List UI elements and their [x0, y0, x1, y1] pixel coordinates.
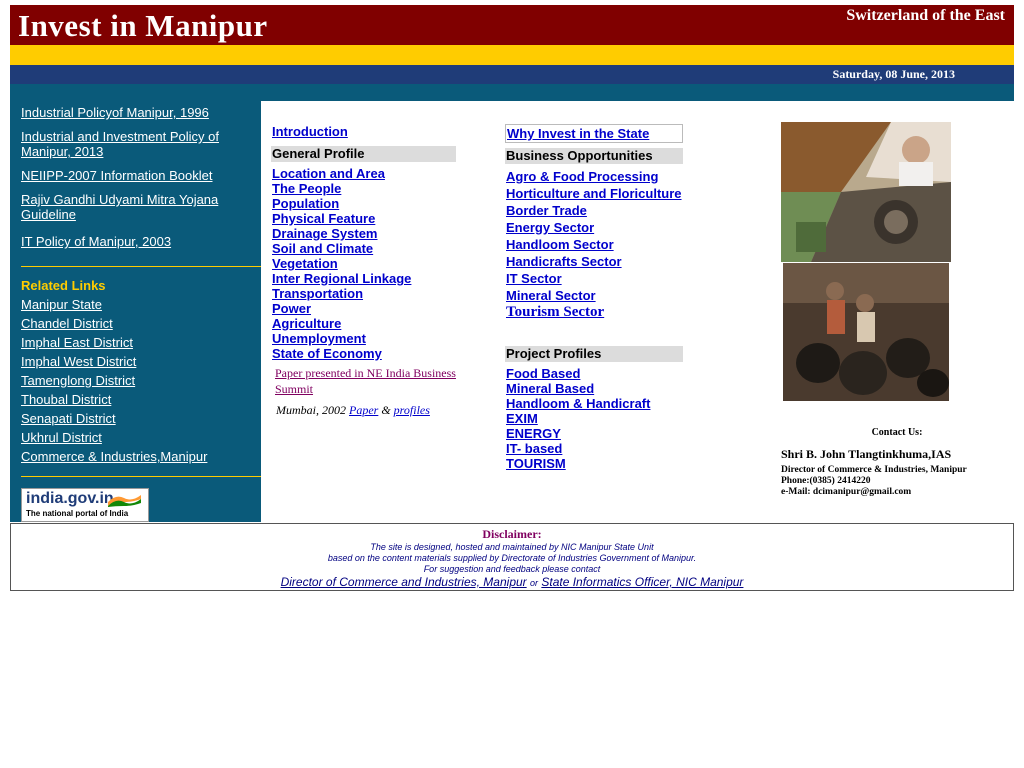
project-link[interactable]: Mineral Based — [506, 381, 594, 396]
profile-link[interactable]: Unemployment — [272, 331, 366, 346]
link-director-commerce[interactable]: Director of Commerce and Industries, Man… — [281, 575, 527, 589]
profile-link[interactable]: Power — [272, 301, 311, 316]
paper-presented-link[interactable]: Paper presented in NE India Business Sum… — [275, 366, 456, 396]
footer-or: or — [530, 578, 539, 588]
profile-link[interactable]: Drainage System — [272, 226, 378, 241]
related-link[interactable]: Senapati District — [21, 411, 236, 426]
site-banner: Invest in Manipur Switzerland of the Eas… — [10, 5, 1014, 45]
project-link[interactable]: Handloom & Handicraft — [506, 396, 650, 411]
ampersand: & — [381, 403, 391, 417]
related-link[interactable]: Chandel District — [21, 316, 236, 331]
link-neiipp-booklet[interactable]: NEIIPP-2007 Information Booklet — [21, 168, 236, 183]
teal-band — [10, 84, 1014, 101]
business-link[interactable]: Mineral Sector — [506, 288, 596, 303]
business-link[interactable]: Border Trade — [506, 203, 587, 218]
footer-contact-links: Director of Commerce and Industries, Man… — [11, 575, 1013, 589]
profile-link[interactable]: Location and Area — [272, 166, 385, 181]
site-tagline: Switzerland of the East — [846, 7, 1005, 24]
profile-link[interactable]: Population — [272, 196, 339, 211]
contact-designation: Director of Commerce & Industries, Manip… — [781, 465, 967, 475]
current-date: Saturday, 08 June, 2013 — [832, 67, 955, 81]
yellow-band — [10, 45, 1014, 65]
date-band: Saturday, 08 June, 2013 — [10, 65, 1014, 84]
project-link[interactable]: TOURISM — [506, 456, 566, 471]
link-tourism-sector[interactable]: Tourism Sector — [506, 304, 604, 321]
business-link[interactable]: Handloom Sector — [506, 237, 614, 252]
footer-line: based on the content materials supplied … — [327, 553, 697, 563]
india-badge-subtitle: The national portal of India — [26, 509, 129, 518]
business-opportunities-heading: Business Opportunities — [505, 148, 683, 164]
contact-heading: Contact Us: — [871, 427, 923, 438]
link-investment-policy-2013[interactable]: Industrial and Investment Policy of Mani… — [21, 129, 236, 159]
profile-link[interactable]: Vegetation — [272, 256, 338, 271]
pottery-photo — [783, 263, 949, 401]
link-why-invest[interactable]: Why Invest in the State — [507, 126, 649, 141]
footer-line: The site is designed, hosted and maintai… — [370, 542, 654, 552]
profile-link[interactable]: Physical Feature — [272, 211, 375, 226]
business-link[interactable]: Energy Sector — [506, 220, 594, 235]
business-link[interactable]: Agro & Food Processing — [506, 169, 658, 184]
project-link[interactable]: IT- based — [506, 441, 562, 456]
contact-email: e-Mail: dcimanipur@gmail.com — [781, 487, 912, 497]
profile-link[interactable]: Soil and Climate — [272, 241, 373, 256]
related-link[interactable]: Imphal East District — [21, 335, 236, 350]
related-link[interactable]: Ukhrul District — [21, 430, 236, 445]
business-link[interactable]: Horticulture and Floriculture — [506, 186, 682, 201]
footer-disclaimer: Disclaimer: The site is designed, hosted… — [10, 523, 1014, 591]
related-link[interactable]: Commerce & Industries,Manipur — [21, 449, 236, 464]
link-introduction[interactable]: Introduction — [272, 124, 348, 139]
footer-line: For suggestion and feedback please conta… — [423, 564, 601, 574]
link-it-policy-2003[interactable]: IT Policy of Manipur, 2003 — [21, 234, 236, 249]
industry-collage-photo — [781, 122, 951, 262]
contact-phone: Phone:(0385) 2414220 — [781, 476, 871, 486]
project-link[interactable]: EXIM — [506, 411, 538, 426]
business-link[interactable]: IT Sector — [506, 271, 562, 286]
related-link[interactable]: Thoubal District — [21, 392, 236, 407]
india-flag-icon — [108, 495, 141, 507]
disclaimer-title: Disclaimer: — [482, 527, 542, 541]
profile-link[interactable]: Inter Regional Linkage — [272, 271, 411, 286]
link-state-informatics-officer[interactable]: State Informatics Officer, NIC Manipur — [541, 575, 743, 589]
related-link[interactable]: Imphal West District — [21, 354, 236, 369]
profile-link[interactable]: The People — [272, 181, 341, 196]
general-profile-heading: General Profile — [271, 146, 456, 162]
profile-link[interactable]: State of Economy — [272, 346, 382, 361]
link-industrial-policy-1996[interactable]: Industrial Policyof Manipur, 1996 — [21, 105, 236, 120]
contact-name: Shri B. John Tlangtinkhuma,IAS — [781, 447, 952, 461]
related-link[interactable]: Manipur State — [21, 297, 236, 312]
related-link[interactable]: Tamenglong District — [21, 373, 236, 388]
left-sidebar: Industrial Policyof Manipur, 1996 Indust… — [10, 101, 261, 522]
paper-presented-note[interactable]: Paper presented in NE India Business Sum… — [275, 365, 460, 397]
business-link[interactable]: Handicrafts Sector — [506, 254, 622, 269]
mumbai-2002-label: Mumbai, 2002 — [276, 403, 346, 417]
sidebar-divider — [21, 476, 261, 477]
project-profiles-heading: Project Profiles — [505, 346, 683, 362]
related-links-heading: Related Links — [21, 278, 106, 293]
profiles-link[interactable]: profiles — [394, 403, 430, 417]
india-badge-name: india.gov.in — [26, 490, 114, 507]
paper-link[interactable]: Paper — [349, 403, 378, 417]
project-link[interactable]: Food Based — [506, 366, 580, 381]
mumbai-2002-line: Mumbai, 2002 Paper & profiles — [276, 403, 430, 418]
india-gov-portal-badge[interactable]: india.gov.in The national portal of Indi… — [21, 488, 149, 522]
site-title: Invest in Manipur — [18, 8, 268, 43]
why-invest-box: Why Invest in the State — [505, 124, 683, 143]
link-rgumy-guideline[interactable]: Rajiv Gandhi Udyami Mitra Yojana Guideli… — [21, 192, 236, 222]
sidebar-divider — [21, 266, 261, 267]
profile-link[interactable]: Transportation — [272, 286, 363, 301]
project-link[interactable]: ENERGY — [506, 426, 561, 441]
profile-link[interactable]: Agriculture — [272, 316, 341, 331]
